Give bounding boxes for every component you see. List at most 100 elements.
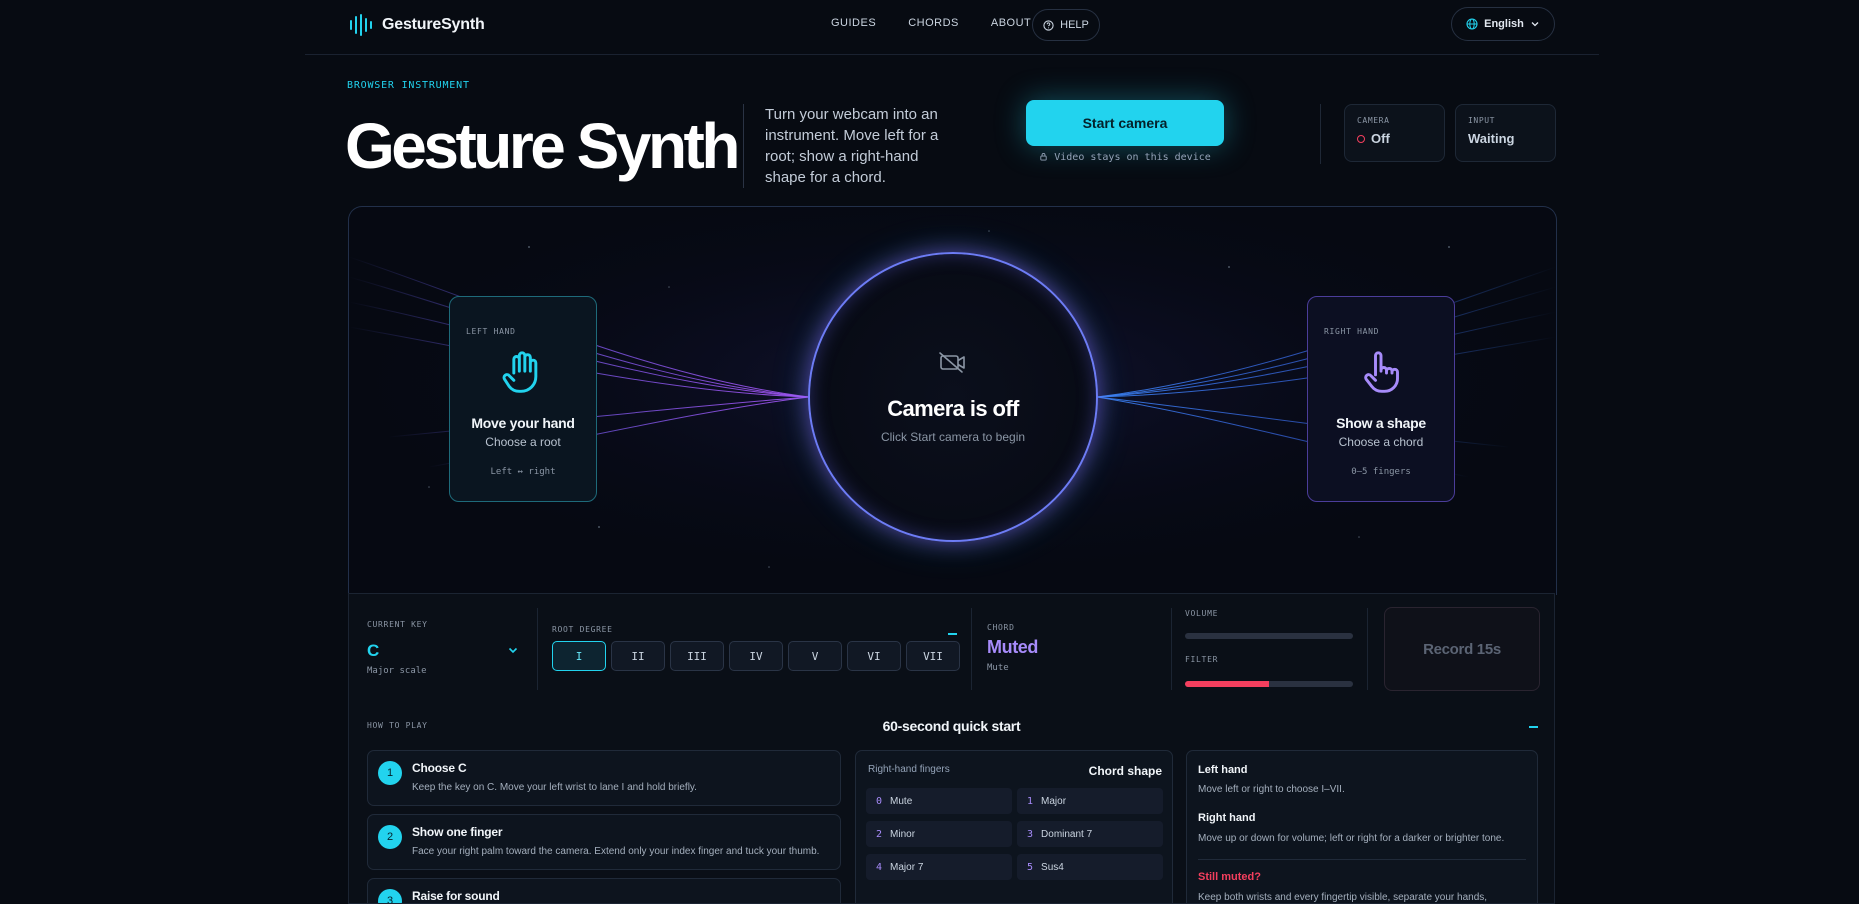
finger-item: 0 Mute [866,788,1012,814]
step-description: Face your right palm toward the camera. … [412,846,820,857]
still-muted-title: Still muted? [1198,871,1261,883]
finger-chord: Major 7 [890,861,924,873]
finger-chord: Major [1041,795,1067,807]
hero-divider [743,104,744,188]
start-camera-button[interactable]: Start camera [1026,100,1224,146]
finger-item: 5 Sus4 [1017,854,1163,880]
step-number: 1 [378,761,402,785]
degree-button-ii[interactable]: II [611,641,665,671]
input-status: INPUT Waiting [1455,104,1556,162]
right-hand-label: RIGHT HAND [1324,327,1380,336]
instrument-stage: LEFT HAND Move your hand Choose a root L… [348,206,1557,595]
finger-item: 2 Minor [866,821,1012,847]
camera-status-value-row: Off [1357,131,1432,146]
help-button[interactable]: HELP [1032,9,1100,41]
camera-off-icon [939,352,965,373]
camera-title: Camera is off [887,396,1019,421]
brand-logo[interactable]: GestureSynth [350,14,485,36]
finger-count: 1 [1027,795,1034,807]
finger-item: 1 Major [1017,788,1163,814]
collapse-dash-icon[interactable] [948,633,957,635]
degree-button-vi[interactable]: VI [847,641,901,671]
degree-button-iii[interactable]: III [670,641,724,671]
finger-chord: Mute [890,795,913,807]
divider [1367,608,1368,690]
left-hand-label: LEFT HAND [466,327,516,336]
camera-preview[interactable]: Camera is off Click Start camera to begi… [808,252,1098,542]
degree-button-v[interactable]: V [788,641,842,671]
filter-slider[interactable] [1185,681,1353,687]
volume-slider[interactable] [1185,633,1353,639]
language-select[interactable]: English [1451,7,1555,41]
camera-status-value: Off [1371,131,1390,146]
finger-panel-heading: Right-hand fingers [868,764,950,775]
left-hand-hint: Left ↔ right [490,467,556,477]
nav-link-chords[interactable]: CHORDS [908,17,959,29]
quick-start-title: 60-second quick start [882,718,1021,734]
collapse-dash-icon[interactable] [1529,726,1538,728]
divider [971,608,972,690]
root-degree-group: I II III IV V VI VII [552,641,960,671]
right-hand-title: Show a shape [1336,415,1426,431]
degree-button-i[interactable]: I [552,641,606,671]
filter-label: FILTER [1185,655,1219,664]
current-key-label: CURRENT KEY [367,620,428,629]
right-hand-hint: 0–5 fingers [1351,467,1411,477]
divider [537,608,538,690]
left-hand-card: LEFT HAND Move your hand Choose a root L… [449,296,597,502]
hero-description: Turn your webcam into an instrument. Mov… [765,106,939,186]
camera-status-label: CAMERA [1357,116,1390,125]
finger-count: 4 [876,861,883,873]
step-number: 2 [378,825,402,849]
right-hand-tip-title: Right hand [1198,812,1256,824]
step-title: Raise for sound [412,889,500,903]
left-hand-tip-title: Left hand [1198,764,1248,776]
status-divider [1320,104,1321,164]
finger-chord: Sus4 [1041,861,1064,873]
right-hand-card: RIGHT HAND Show a shape Choose a chord 0… [1307,296,1455,502]
volume-label: VOLUME [1185,609,1219,618]
chord-value: Muted [987,637,1038,657]
left-hand-subtitle: Choose a root [485,435,561,449]
divider [1198,859,1526,860]
help-label: HELP [1060,19,1089,31]
chevron-down-icon [1531,22,1539,27]
degree-button-iv[interactable]: IV [729,641,783,671]
finger-count: 3 [1027,828,1034,840]
waveform-icon [350,14,372,36]
lock-icon [1040,153,1047,161]
finger-chord: Dominant 7 [1041,828,1093,840]
chord-sub: Mute [987,663,1009,673]
status-dot-icon [1357,134,1365,143]
record-button[interactable]: Record 15s [1384,607,1540,691]
tips-panel: Left hand Move left or right to choose I… [1186,750,1538,903]
nav-link-about[interactable]: ABOUT [991,17,1031,29]
step-title: Show one finger [412,825,503,839]
chevron-down-icon[interactable] [507,644,519,656]
nav-links: GUIDES CHORDS ABOUT [831,17,1063,29]
degree-button-vii[interactable]: VII [906,641,960,671]
step-number: 3 [378,889,402,903]
finger-count: 2 [876,828,883,840]
right-hand-subtitle: Choose a chord [1338,435,1424,449]
divider [1171,608,1172,690]
step-description: Keep the key on C. Move your left wrist … [412,782,697,793]
filter-fill [1185,681,1269,687]
root-degree-label: ROOT DEGREE [552,625,613,634]
finger-count: 5 [1027,861,1034,873]
nav-link-guides[interactable]: GUIDES [831,17,876,29]
help-circle-icon [1043,19,1054,31]
finger-chord-panel: Right-hand fingers Chord shape 0 Mute 1 Ma… [855,750,1173,903]
finger-item: 3 Dominant 7 [1017,821,1163,847]
input-status-value: Waiting [1468,131,1515,146]
chord-label: CHORD [987,623,1015,632]
step-title: Choose C [412,761,467,775]
page-title: Gesture Synth [345,110,740,182]
step-card: 3 Raise for sound [367,878,841,903]
step-card: 2 Show one finger Face your right palm t… [367,814,841,870]
finger-chord: Minor [890,828,916,840]
left-hand-tip: Move left or right to choose I–VII. [1198,784,1345,795]
camera-subtitle: Click Start camera to begin [880,430,1026,444]
brand-name: GestureSynth [382,16,485,33]
current-key-select[interactable]: C [367,641,379,661]
